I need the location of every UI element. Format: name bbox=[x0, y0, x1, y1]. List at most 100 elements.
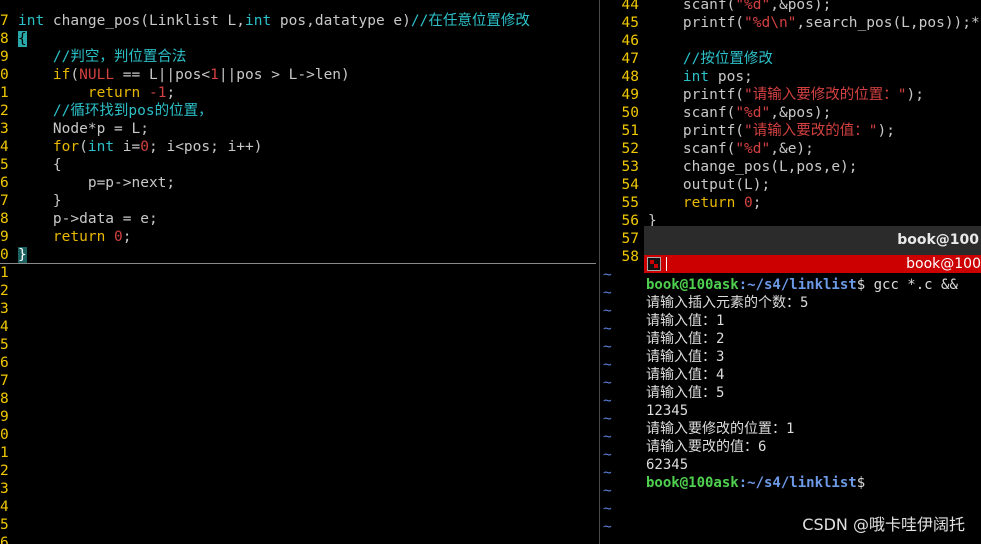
code-line[interactable]: 6 bbox=[0, 534, 596, 544]
code-line[interactable]: 6 bbox=[0, 354, 596, 372]
terminal-line: 请输入值：2 bbox=[646, 330, 724, 348]
code-line[interactable]: 55 return 0; bbox=[603, 194, 981, 212]
code-line[interactable]: 7 } bbox=[0, 192, 596, 210]
terminal-title: book@100 bbox=[897, 232, 979, 248]
code-line[interactable]: 44 scanf("%d",&pos); bbox=[603, 0, 981, 14]
code-line[interactable]: 1 return -1; bbox=[0, 84, 596, 102]
code-line[interactable]: 8 bbox=[0, 390, 596, 408]
terminal-window[interactable]: book@100 book@100 book@100ask:~/s4/linkl… bbox=[644, 226, 981, 544]
output-text: 请输入插入元素的个数：5 bbox=[646, 295, 809, 311]
line-number: 7 bbox=[0, 373, 9, 389]
code-line[interactable]: 52 scanf("%d",&e); bbox=[603, 140, 981, 158]
code-line[interactable]: 0} bbox=[0, 246, 596, 264]
code-line[interactable]: 46 bbox=[603, 32, 981, 50]
line-number: 53 bbox=[621, 159, 639, 175]
code-line[interactable]: 7 bbox=[0, 372, 596, 390]
code-token: scanf( bbox=[648, 141, 736, 157]
code-line[interactable]: 0 bbox=[0, 426, 596, 444]
code-token: p=p->next; bbox=[18, 175, 176, 191]
code-token: printf( bbox=[648, 123, 745, 139]
code-line[interactable]: 48 int pos; bbox=[603, 68, 981, 86]
code-line[interactable]: 5 bbox=[0, 516, 596, 534]
code-line[interactable]: 2 bbox=[0, 282, 596, 300]
line-number: 47 bbox=[621, 51, 639, 67]
code-token: ); bbox=[906, 87, 924, 103]
code-token: for bbox=[52, 139, 80, 155]
code-line[interactable]: 3 bbox=[0, 480, 596, 498]
code-line[interactable]: 9 bbox=[0, 408, 596, 426]
code-line[interactable]: 6 p=p->next; bbox=[0, 174, 596, 192]
code-line[interactable]: 50 scanf("%d",&pos); bbox=[603, 104, 981, 122]
code-line[interactable]: 4 for(int i=0; i<pos; i++) bbox=[0, 138, 596, 156]
code-line[interactable]: 8 p->data = e; bbox=[0, 210, 596, 228]
line-number: 0 bbox=[0, 247, 9, 263]
code-token: NULL bbox=[79, 67, 115, 83]
code-line[interactable]: 51 printf("请输入要改的值："); bbox=[603, 122, 981, 140]
terminal-tab[interactable]: book@100 bbox=[644, 255, 981, 273]
code-line[interactable]: 0 if(NULL == L||pos<1||pos > L->len) bbox=[0, 66, 596, 84]
code-token: int bbox=[87, 139, 115, 155]
vertical-split-divider[interactable] bbox=[596, 0, 603, 544]
terminal-titlebar[interactable]: book@100 bbox=[644, 226, 981, 255]
code-line[interactable]: 45 printf("%d\n",search_pos(L,pos));* bbox=[603, 14, 981, 32]
code-token: //按位置修改 bbox=[682, 51, 773, 67]
line-number: 56 bbox=[621, 213, 639, 229]
prompt-path: :~/s4/linklist bbox=[738, 277, 857, 293]
line-number: 7 bbox=[0, 13, 9, 29]
code-token: "请输入要修改的位置：" bbox=[744, 87, 907, 103]
output-text: 请输入值：2 bbox=[646, 331, 725, 347]
line-number: 6 bbox=[0, 175, 9, 191]
code-line[interactable]: 4 bbox=[0, 318, 596, 336]
code-line[interactable]: 5 bbox=[0, 336, 596, 354]
code-line[interactable]: 54 output(L); bbox=[603, 176, 981, 194]
left-editor-pane[interactable]: 7 int change_pos(Linklist L,int pos,datat… bbox=[0, 0, 596, 544]
code-line[interactable]: 3 bbox=[0, 300, 596, 318]
code-token: int bbox=[245, 13, 272, 29]
code-line[interactable]: 49 printf("请输入要修改的位置："); bbox=[603, 86, 981, 104]
code-line[interactable]: 1 bbox=[0, 264, 596, 282]
code-token: int bbox=[682, 69, 710, 85]
line-number: 52 bbox=[621, 141, 639, 157]
line-number: 2 bbox=[0, 103, 9, 119]
terminal-line: 62345 bbox=[646, 456, 688, 474]
code-token: if bbox=[52, 67, 71, 83]
code-line[interactable]: 2 bbox=[0, 462, 596, 480]
code-token: //循环找到pos的位置， bbox=[52, 103, 213, 119]
line-number: 7 bbox=[0, 193, 9, 209]
code-line[interactable]: 53 change_pos(L,pos,e); bbox=[603, 158, 981, 176]
code-token: change_pos(L,pos,e); bbox=[648, 159, 858, 175]
tab-separator bbox=[666, 257, 667, 271]
code-line[interactable]: 3 Node*p = L; bbox=[0, 120, 596, 138]
line-number: 5 bbox=[0, 157, 9, 173]
code-token: ; i<pos; i++) bbox=[149, 139, 263, 155]
code-token: } bbox=[18, 193, 62, 209]
code-line[interactable]: 4 bbox=[0, 498, 596, 516]
code-token: scanf( bbox=[648, 105, 736, 121]
code-line[interactable]: 9 //判空，判位置合法 bbox=[0, 48, 596, 66]
code-token: ; bbox=[166, 85, 176, 101]
code-line[interactable]: 47 //按位置修改 bbox=[603, 50, 981, 68]
output-text: 62345 bbox=[646, 457, 689, 473]
line-number: 1 bbox=[0, 265, 9, 281]
code-token: == L||pos< bbox=[114, 67, 211, 83]
code-token: } bbox=[18, 247, 27, 263]
code-token: 0 bbox=[114, 229, 123, 245]
line-number: 55 bbox=[621, 195, 639, 211]
line-number: 3 bbox=[0, 481, 9, 497]
code-line[interactable]: 9 return 0; bbox=[0, 228, 596, 246]
code-token: pos,datatype e) bbox=[271, 13, 411, 29]
code-line[interactable]: 7 int change_pos(Linklist L,int pos,datat… bbox=[0, 12, 596, 30]
code-token: "请输入要改的值：" bbox=[744, 123, 878, 139]
terminal-line: book@100ask:~/s4/linklist$ bbox=[646, 474, 865, 492]
code-line[interactable]: 1 bbox=[0, 444, 596, 462]
code-line[interactable]: 5 { bbox=[0, 156, 596, 174]
code-token: ,&pos); bbox=[770, 0, 832, 13]
code-token: i= bbox=[114, 139, 141, 155]
code-line[interactable]: 2 //循环找到pos的位置， bbox=[0, 102, 596, 120]
output-text: 请输入要修改的位置：1 bbox=[646, 421, 795, 437]
code-line[interactable]: 8{ bbox=[0, 30, 596, 48]
code-token: 0 bbox=[744, 195, 753, 211]
